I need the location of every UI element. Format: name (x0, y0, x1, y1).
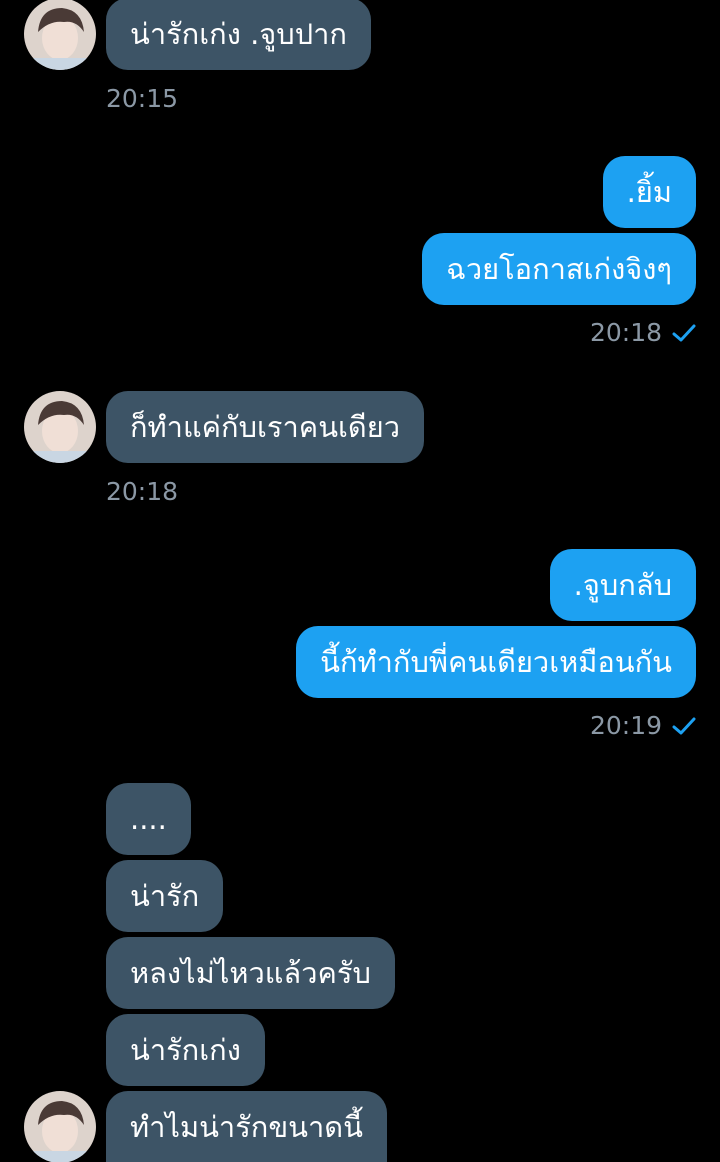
chat-screen: น่ารักเก่ง .จูบปาก 20:15 .ยิ้ม ฉวยโอกาสเ… (0, 0, 720, 1162)
incoming-message[interactable]: ทำไมน่ารักขนาดนี้ (106, 1091, 387, 1162)
incoming-message[interactable]: น่ารักเก่ง .จูบปาก (106, 0, 371, 70)
contact-avatar[interactable] (24, 0, 96, 70)
check-icon (672, 716, 696, 736)
outgoing-message[interactable]: .ยิ้ม (602, 156, 696, 228)
incoming-message[interactable]: ก็ทำแค่กับเราคนเดียว (106, 391, 425, 463)
message-timestamp: 20:19 (589, 711, 662, 740)
contact-avatar[interactable] (24, 1091, 96, 1162)
message-timestamp: 20:18 (589, 318, 662, 347)
check-icon (672, 323, 696, 343)
outgoing-message[interactable]: ฉวยโอกาสเก่งจิงๆ (422, 233, 696, 305)
incoming-message[interactable]: น่ารักเก่ง (106, 1014, 265, 1086)
outgoing-message[interactable]: นี้ก้ทำกับพี่คนเดียวเหมือนกัน (296, 626, 696, 698)
incoming-message[interactable]: น่ารัก (106, 860, 224, 932)
message-timestamp: 20:15 (106, 84, 179, 113)
incoming-message[interactable]: หลงไม่ไหวแล้วครับ (106, 937, 395, 1009)
message-status: 20:19 (590, 711, 696, 740)
incoming-message[interactable]: .... (106, 783, 191, 855)
contact-avatar[interactable] (24, 391, 96, 463)
outgoing-message[interactable]: .จูบกลับ (549, 549, 696, 621)
message-status: 20:18 (590, 318, 696, 347)
message-timestamp: 20:18 (106, 477, 179, 506)
